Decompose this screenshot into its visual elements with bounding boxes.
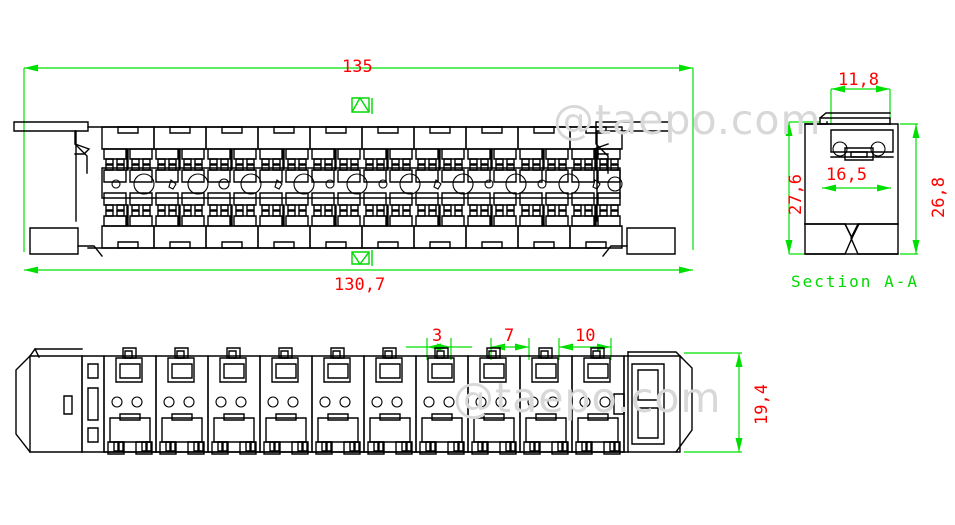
dimension-overall-length (23, 64, 694, 252)
dimension-text-pin-pitch: 7 (504, 326, 515, 346)
bottom-right-end (613, 351, 693, 453)
dimension-inner-width (822, 184, 891, 192)
bottom-module-row (103, 347, 625, 455)
front-bottom-module-row (101, 192, 623, 249)
dimension-text-inner-width: 16,5 (826, 165, 867, 185)
front-right-end (592, 121, 676, 257)
dimension-text-left-height: 27,6 (786, 174, 806, 215)
front-left-end (13, 121, 103, 257)
dimension-text-module-pitch: 10 (575, 326, 596, 346)
dimension-text-depth: 19,4 (752, 384, 772, 425)
front-top-module-row (101, 126, 623, 183)
dimension-right-height (900, 123, 920, 255)
bottom-view (15, 338, 743, 455)
dimension-body-length (24, 266, 693, 274)
dimension-text-top-width: 11,8 (838, 70, 879, 90)
dimension-text-pin-width: 3 (432, 326, 443, 346)
front-view (13, 64, 694, 274)
dimension-depth (684, 352, 743, 453)
drawing-canvas: .ol { fill:none; stroke:#000000; stroke-… (0, 0, 955, 525)
section-marker-bottom (351, 250, 373, 266)
section-caption: Section A-A (791, 272, 919, 291)
bottom-left-end (15, 348, 105, 453)
front-middle-band (101, 167, 623, 199)
dimension-text-right-height: 26,8 (929, 177, 949, 218)
technical-drawing-svg: .ol { fill:none; stroke:#000000; stroke-… (13, 64, 920, 455)
section-marker-top (351, 96, 373, 114)
dimension-top-width (830, 85, 891, 125)
dimension-text-overall-length: 135 (342, 57, 373, 77)
dimension-text-body-length: 130,7 (334, 275, 386, 295)
